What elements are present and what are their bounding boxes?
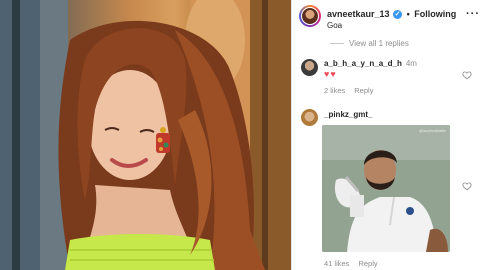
verified-badge-icon: ✓ bbox=[393, 10, 403, 20]
comment-meta: 41 likes Reply bbox=[324, 259, 387, 268]
commenter-avatar[interactable] bbox=[301, 59, 318, 76]
comment-meta: 2 likes Reply bbox=[324, 86, 382, 95]
author-username[interactable]: avneetkaur_13 bbox=[327, 9, 390, 19]
post-location[interactable]: Goa bbox=[327, 21, 342, 30]
heart-outline-icon[interactable] bbox=[462, 181, 472, 191]
photo-illustration bbox=[0, 0, 291, 270]
comment-header: a_b_h_a_y_n_a_d_h 4m bbox=[324, 59, 417, 68]
commenter-avatar[interactable] bbox=[301, 109, 318, 126]
author-line: avneetkaur_13 ✓ • Following bbox=[327, 9, 456, 20]
more-options-icon[interactable]: ··· bbox=[466, 8, 480, 20]
gif-watermark: @lazyfootballtv bbox=[418, 128, 446, 133]
following-button[interactable]: Following bbox=[414, 9, 456, 19]
comment-time: 4m bbox=[405, 59, 417, 68]
comment-likes[interactable]: 2 likes bbox=[324, 86, 345, 95]
comment-gif[interactable]: @lazyfootballtv bbox=[322, 125, 450, 252]
commenter-username[interactable]: a_b_h_a_y_n_a_d_h bbox=[324, 59, 402, 68]
comment-text: ♥♥ bbox=[324, 69, 337, 79]
post-header: avneetkaur_13 ✓ • Following Goa ··· bbox=[292, 0, 480, 35]
view-replies-link[interactable]: View all 1 replies bbox=[330, 39, 409, 48]
author-avatar[interactable] bbox=[299, 5, 321, 27]
comments-panel: avneetkaur_13 ✓ • Following Goa ··· View… bbox=[291, 0, 480, 270]
post-photo[interactable] bbox=[0, 0, 291, 270]
comment-reply-button[interactable]: Reply bbox=[354, 86, 373, 95]
commenter-username[interactable]: _pinkz_gmt_ bbox=[324, 110, 372, 119]
gif-illustration bbox=[322, 125, 450, 252]
view-replies-label: View all 1 replies bbox=[349, 39, 409, 48]
separator-dot: • bbox=[406, 9, 410, 19]
comment-reply-button[interactable]: Reply bbox=[358, 259, 377, 268]
heart-outline-icon[interactable] bbox=[462, 70, 472, 80]
replies-divider bbox=[330, 43, 344, 45]
comment-likes[interactable]: 41 likes bbox=[324, 259, 349, 268]
